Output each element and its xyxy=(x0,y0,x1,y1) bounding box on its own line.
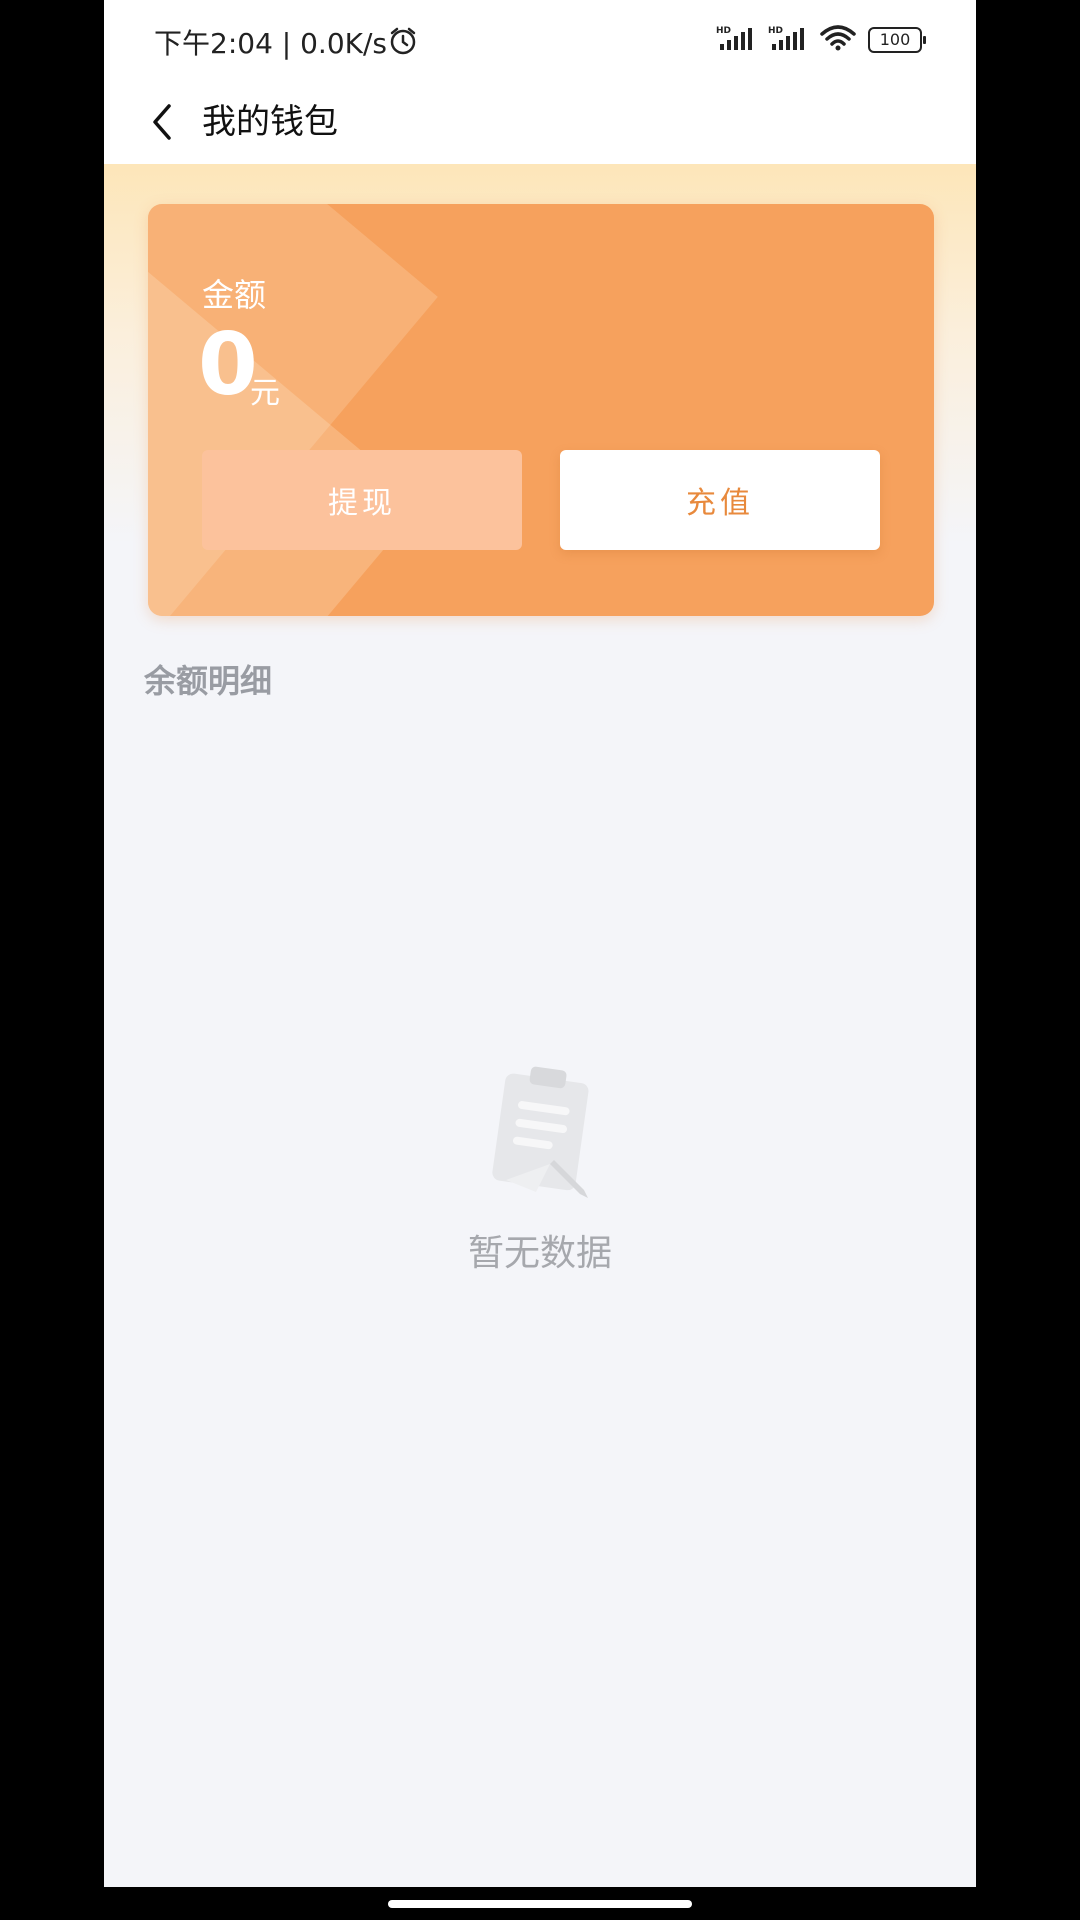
clipboard-pen-icon xyxy=(476,1060,606,1210)
status-time-speed: 下午2:04 | 0.0K/s xyxy=(154,27,388,60)
wallet-screen: 下午2:04 | 0.0K/s HD HD 100 我的钱包 金额 0 元 提现… xyxy=(104,0,976,1887)
signal-hd-icon: HD xyxy=(768,24,808,56)
svg-text:HD: HD xyxy=(716,26,731,36)
amount-unit: 元 xyxy=(250,376,280,411)
wallet-card: 金额 0 元 提现 充值 xyxy=(148,204,934,616)
back-button[interactable] xyxy=(138,98,186,146)
alarm-icon xyxy=(388,26,418,60)
chevron-left-icon xyxy=(153,104,171,140)
amount-label: 金额 xyxy=(202,276,267,314)
balance-details-title: 余额明细 xyxy=(144,662,273,700)
recharge-button[interactable]: 充值 xyxy=(560,450,880,550)
empty-state-text: 暂无数据 xyxy=(467,1233,612,1274)
signal-hd-icon: HD xyxy=(716,24,756,56)
status-icons: HD HD 100 xyxy=(716,24,926,56)
status-bar: 下午2:04 | 0.0K/s HD HD 100 xyxy=(104,0,976,80)
home-indicator[interactable] xyxy=(388,1900,692,1908)
page-title: 我的钱包 xyxy=(202,102,338,142)
wifi-icon xyxy=(820,24,856,56)
withdraw-button[interactable]: 提现 xyxy=(202,450,522,550)
svg-text:HD: HD xyxy=(768,26,783,36)
battery-icon: 100 xyxy=(868,27,926,53)
nav-bar: 我的钱包 xyxy=(104,80,976,164)
amount-value: 0 xyxy=(198,315,258,415)
